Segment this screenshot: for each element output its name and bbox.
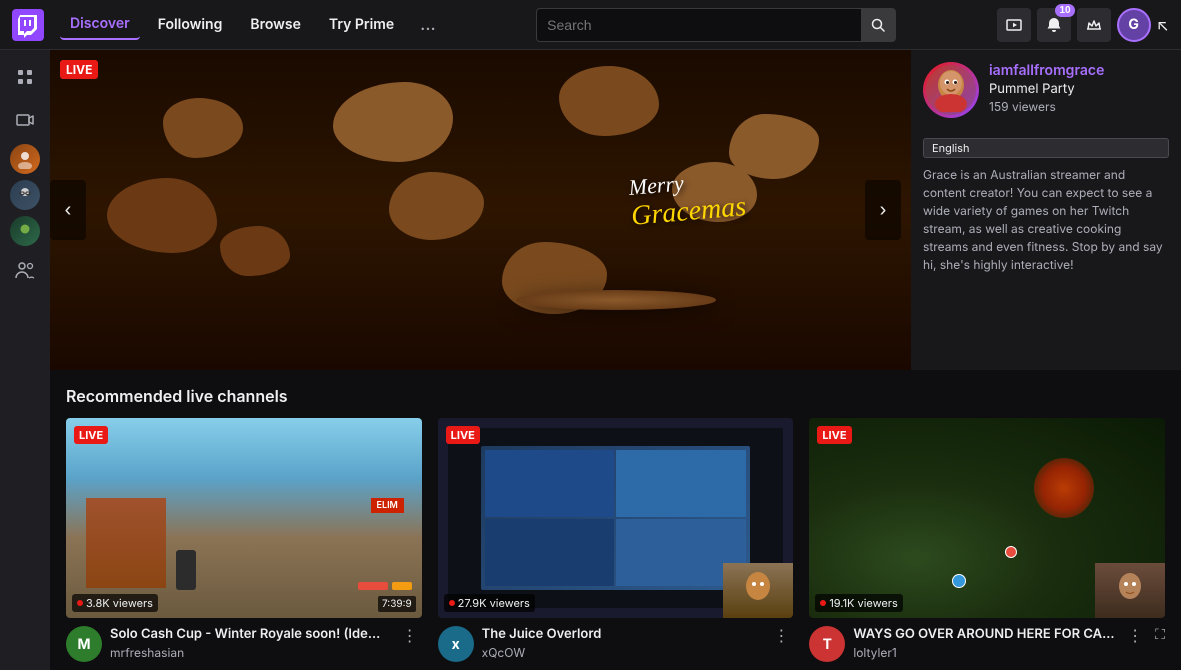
- nav-more[interactable]: ...: [412, 10, 444, 39]
- nav-following[interactable]: Following: [148, 10, 233, 39]
- streamer-details: iamfallfromgrace Pummel Party 159 viewer…: [989, 62, 1169, 114]
- card-viewers-1: 27.9K viewers: [444, 594, 535, 612]
- lol-unit-2: [1005, 546, 1017, 558]
- search-button[interactable]: [861, 8, 895, 42]
- juice-facecam: [723, 563, 793, 618]
- fortnite-guns: [358, 582, 412, 590]
- game-platform: [516, 290, 716, 310]
- lol-facecam: [1095, 563, 1165, 618]
- sidebar-avatar-3[interactable]: [10, 216, 40, 246]
- content-area: MerryGracemas: [50, 50, 1181, 670]
- channel-name-0[interactable]: mrfreshasian: [110, 645, 390, 660]
- search-input[interactable]: [547, 17, 861, 33]
- viewer-dot-1: [449, 600, 455, 606]
- card-live-1: LIVE: [446, 426, 480, 444]
- gracemas-text: MerryGracemas: [628, 165, 748, 233]
- notifications-button[interactable]: 10: [1037, 8, 1071, 42]
- channel-card-0[interactable]: ELIM LIVE 3.8K viewers 7:39:9 M Solo Cas…: [66, 418, 422, 662]
- card-live-0: LIVE: [74, 426, 108, 444]
- channel-menu-0[interactable]: ⋮: [398, 626, 422, 646]
- streamer-info: iamfallfromgrace Pummel Party 159 viewer…: [911, 50, 1181, 130]
- user-avatar[interactable]: G: [1117, 8, 1151, 42]
- terrain-blob-5: [107, 178, 217, 253]
- card-viewers-0: 3.8K viewers: [72, 594, 158, 612]
- channel-text-1: The Juice Overlord xQcOW: [482, 626, 762, 660]
- terrain-blob-1: [163, 98, 243, 158]
- sidebar-video-icon[interactable]: [7, 102, 43, 138]
- hero-next-button[interactable]: ›: [865, 180, 901, 240]
- sidebar-avatar-2[interactable]: [10, 180, 40, 210]
- sidebar-home-icon[interactable]: [7, 60, 43, 96]
- card-live-2: LIVE: [817, 426, 851, 444]
- streamer-avatar[interactable]: [923, 62, 979, 118]
- hero-prev-button[interactable]: ‹: [50, 180, 86, 240]
- viewer-dot-0: [77, 600, 83, 606]
- lol-fire: [1034, 458, 1094, 518]
- crown-button[interactable]: [1077, 8, 1111, 42]
- left-sidebar: [0, 50, 50, 670]
- search-bar: [536, 8, 896, 42]
- streamer-avatar-inner: [926, 65, 976, 115]
- lol-unit-1: [952, 574, 966, 588]
- nav-discover[interactable]: Discover: [60, 9, 140, 40]
- streamer-game[interactable]: Pummel Party: [989, 81, 1169, 97]
- twitch-logo[interactable]: [12, 9, 44, 41]
- notification-badge: 10: [1055, 4, 1074, 17]
- nav-right-icons: 10 G ↖: [997, 8, 1169, 42]
- channel-theater-2[interactable]: ⛶: [1155, 626, 1165, 643]
- fortnite-character: [176, 550, 196, 590]
- clips-button[interactable]: [997, 8, 1031, 42]
- channel-title-0: Solo Cash Cup - Winter Royale soon! (Ide…: [110, 626, 390, 643]
- top-nav: Discover Following Browse Try Prime ... …: [0, 0, 1181, 50]
- fortnite-banner: ELIM: [371, 498, 404, 513]
- channel-name-2[interactable]: loltyler1: [853, 645, 1115, 660]
- channel-thumb-0: ELIM LIVE 3.8K viewers 7:39:9: [66, 418, 422, 618]
- terrain-blob-2: [333, 82, 453, 162]
- streamer-name[interactable]: iamfallfromgrace: [989, 62, 1169, 79]
- channel-meta-0: M Solo Cash Cup - Winter Royale soon! (I…: [66, 626, 422, 662]
- recommended-section: Recommended live channels ELIM LIVE: [50, 370, 1181, 670]
- channel-title-2: WAYS GO OVER AROUND HERE FOR CA...: [853, 626, 1115, 643]
- sidebar-avatar-1[interactable]: [10, 144, 40, 174]
- hero-live-badge: LIVE: [60, 60, 98, 79]
- channel-menu-1[interactable]: ⋮: [769, 626, 793, 646]
- channel-meta-1: x The Juice Overlord xQcOW ⋮: [438, 626, 794, 662]
- nav-browse[interactable]: Browse: [240, 10, 311, 39]
- channel-card-1[interactable]: LIVE 27.9K viewers x The Juice Overlord …: [438, 418, 794, 662]
- viewer-dot-2: [820, 600, 826, 606]
- channels-grid: ELIM LIVE 3.8K viewers 7:39:9 M Solo Cas…: [66, 418, 1165, 662]
- cursor: ↖: [1157, 15, 1169, 35]
- hero-info-panel: iamfallfromgrace Pummel Party 159 viewer…: [911, 50, 1181, 370]
- channel-avatar-1[interactable]: x: [438, 626, 474, 662]
- main-layout: MerryGracemas: [0, 50, 1181, 670]
- language-badge: English: [923, 138, 1169, 158]
- channel-avatar-2[interactable]: T: [809, 626, 845, 662]
- sidebar-friends-icon[interactable]: [7, 252, 43, 288]
- terrain-blob-3: [559, 66, 659, 136]
- nav-try-prime[interactable]: Try Prime: [319, 10, 404, 39]
- channel-menu-2[interactable]: ⋮: [1123, 626, 1147, 646]
- channel-avatar-0[interactable]: M: [66, 626, 102, 662]
- channel-card-2[interactable]: LIVE 19.1K viewers T WAYS GO OVER AROUND…: [809, 418, 1165, 662]
- terrain-blob-6: [389, 172, 484, 240]
- channel-name-1[interactable]: xQcOW: [482, 645, 762, 660]
- fortnite-building: [86, 498, 166, 588]
- streamer-viewers: 159 viewers: [989, 99, 1169, 114]
- channel-thumb-1: LIVE 27.9K viewers: [438, 418, 794, 618]
- hero-section: MerryGracemas: [50, 50, 1181, 370]
- card-viewers-2: 19.1K viewers: [815, 594, 902, 612]
- channel-meta-2: T WAYS GO OVER AROUND HERE FOR CA... lol…: [809, 626, 1165, 662]
- channel-text-2: WAYS GO OVER AROUND HERE FOR CA... lolty…: [853, 626, 1115, 660]
- streamer-description: Grace is an Australian streamer and cont…: [911, 166, 1181, 286]
- terrain-blob-8: [220, 226, 290, 276]
- channel-title-1: The Juice Overlord: [482, 626, 762, 643]
- channel-text-0: Solo Cash Cup - Winter Royale soon! (Ide…: [110, 626, 390, 660]
- card-duration-0: 7:39:9: [378, 596, 416, 612]
- juice-screen-inner: [481, 446, 750, 590]
- channel-thumb-2: LIVE 19.1K viewers: [809, 418, 1165, 618]
- section-title: Recommended live channels: [66, 386, 1165, 406]
